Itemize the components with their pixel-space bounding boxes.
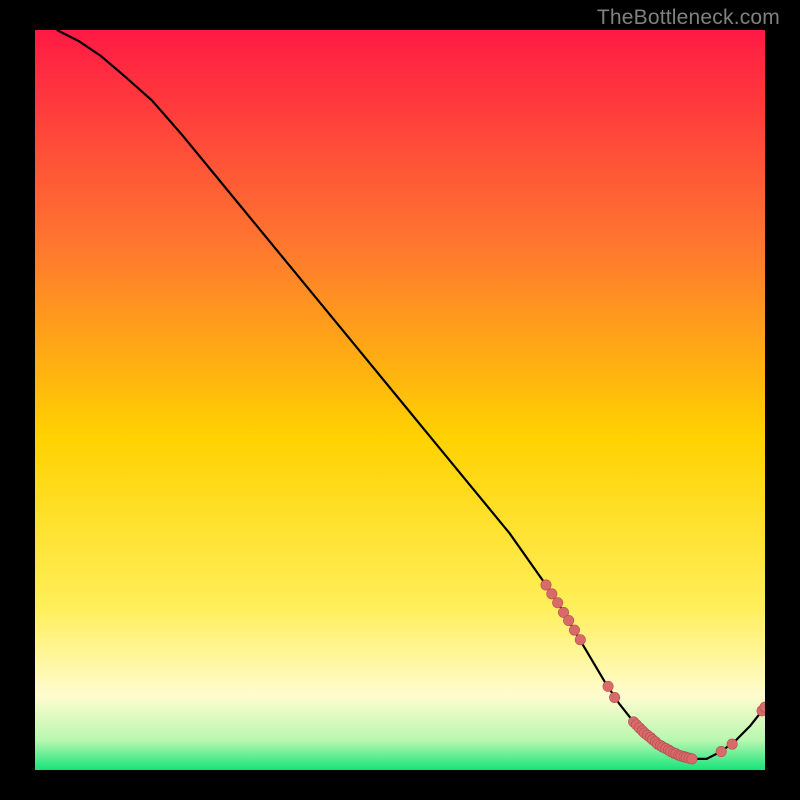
plot-area <box>35 30 765 770</box>
watermark-text: TheBottleneck.com <box>597 6 780 30</box>
chart-stage: TheBottleneck.com <box>0 0 800 800</box>
data-marker <box>541 580 551 590</box>
data-marker <box>603 681 613 691</box>
data-marker <box>552 598 562 608</box>
data-marker <box>716 746 726 756</box>
chart-svg <box>35 30 765 770</box>
data-marker <box>569 625 579 635</box>
data-marker <box>609 692 619 702</box>
data-marker <box>575 635 585 645</box>
data-marker <box>727 739 737 749</box>
data-marker <box>547 589 557 599</box>
data-marker <box>687 754 697 764</box>
data-marker <box>563 615 573 625</box>
